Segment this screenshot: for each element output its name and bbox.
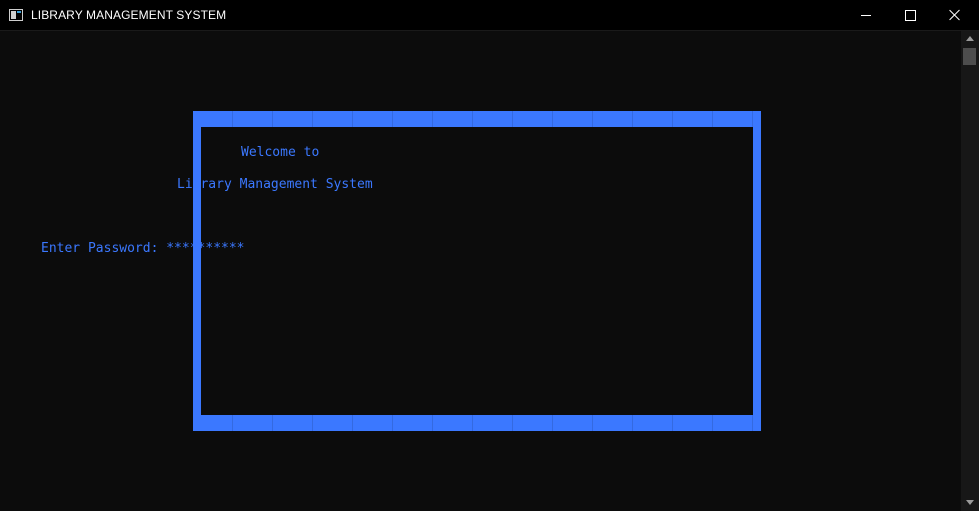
- scroll-up-icon[interactable]: [966, 36, 974, 41]
- maximize-icon: [904, 9, 916, 21]
- system-name-text: Library Management System: [177, 177, 373, 192]
- close-button[interactable]: [932, 0, 978, 30]
- password-input[interactable]: **********: [166, 241, 244, 256]
- minimize-icon: [861, 14, 871, 16]
- console-output[interactable]: [0, 31, 961, 511]
- scroll-down-icon[interactable]: [966, 500, 974, 505]
- welcome-box: [201, 127, 753, 415]
- scroll-thumb[interactable]: [963, 48, 976, 65]
- window-title: LIBRARY MANAGEMENT SYSTEM: [31, 8, 227, 22]
- console-window-icon[interactable]: [9, 9, 23, 21]
- console-window: LIBRARY MANAGEMENT SYSTEM Welcome to Lib…: [0, 0, 979, 511]
- password-label: Enter Password:: [41, 241, 167, 256]
- close-icon: [949, 9, 961, 21]
- vertical-scrollbar[interactable]: [961, 31, 979, 511]
- welcome-text: Welcome to: [241, 145, 320, 160]
- maximize-button[interactable]: [887, 0, 933, 30]
- minimize-button[interactable]: [843, 0, 889, 30]
- title-bar[interactable]: LIBRARY MANAGEMENT SYSTEM: [0, 0, 979, 31]
- password-prompt[interactable]: Enter Password: **********: [41, 241, 245, 257]
